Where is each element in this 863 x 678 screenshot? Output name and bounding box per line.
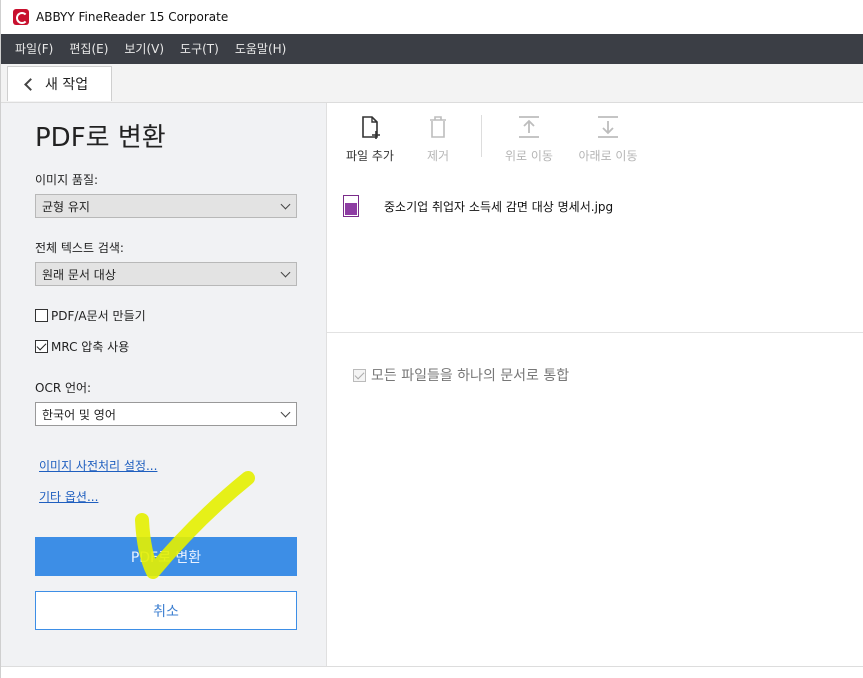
title-bar: ABBYY FineReader 15 Corporate (1, 0, 863, 34)
move-up-icon (519, 116, 539, 138)
mrc-checkbox[interactable] (35, 340, 48, 353)
file-list-divider (327, 332, 863, 333)
move-down-label: 아래로 이동 (578, 149, 638, 163)
image-quality-value: 균형 유지 (42, 199, 90, 214)
menu-tools[interactable]: 도구(T) (172, 34, 227, 64)
ocr-language-select[interactable]: 한국어 및 영어 (35, 402, 297, 426)
remove-label: 제거 (426, 149, 450, 163)
tab-bar: 새 작업 (1, 64, 863, 103)
preprocess-settings-link[interactable]: 이미지 사전처리 설정... (39, 457, 157, 474)
toolbar-separator (481, 115, 482, 157)
menu-view[interactable]: 보기(V) (116, 34, 172, 64)
ocr-language-value: 한국어 및 영어 (42, 407, 116, 422)
other-options-link[interactable]: 기타 옵션... (39, 488, 98, 505)
move-down-icon (598, 116, 618, 138)
remove-button[interactable]: 제거 (403, 113, 473, 164)
app-window: ABBYY FineReader 15 Corporate 파일(F) 편집(E… (0, 0, 863, 678)
convert-options-panel: PDF로 변환 이미지 품질: 균형 유지 전체 텍스트 검색: 원래 문서 대… (1, 103, 327, 666)
fulltext-search-value: 원래 문서 대상 (42, 267, 116, 282)
merge-files-checkbox[interactable] (353, 368, 366, 382)
chevron-down-icon (280, 267, 291, 278)
mrc-checkbox-label: MRC 압축 사용 (51, 340, 130, 354)
file-toolbar: 파일 추가 제거 위로 이동 아래로 이동 (327, 103, 863, 171)
fulltext-search-select[interactable]: 원래 문서 대상 (35, 262, 297, 286)
convert-to-pdf-button[interactable]: PDF로 변환 (35, 537, 297, 576)
move-up-label: 위로 이동 (505, 149, 553, 163)
add-file-icon (362, 116, 380, 139)
new-task-label: 새 작업 (45, 77, 89, 93)
move-down-button[interactable]: 아래로 이동 (573, 113, 643, 164)
add-file-label: 파일 추가 (346, 149, 394, 163)
pdfa-checkbox[interactable] (35, 309, 48, 322)
panel-title: PDF로 변환 (35, 123, 166, 153)
menu-help[interactable]: 도움말(H) (227, 34, 295, 64)
file-name: 중소기업 취업자 소득세 감면 대상 명세서.jpg (384, 199, 614, 214)
pdfa-checkbox-label: PDF/A문서 만들기 (51, 309, 146, 323)
image-quality-label: 이미지 품질: (35, 173, 99, 187)
menu-edit[interactable]: 편집(E) (61, 34, 116, 64)
merge-files-checkbox-row[interactable]: 모든 파일들을 하나의 문서로 통합 (353, 365, 569, 385)
new-task-back-tab[interactable]: 새 작업 (7, 66, 112, 101)
merge-files-label: 모든 파일들을 하나의 문서로 통합 (371, 368, 570, 384)
menu-bar: 파일(F) 편집(E) 보기(V) 도구(T) 도움말(H) (1, 34, 863, 64)
fulltext-search-label: 전체 텍스트 검색: (35, 241, 124, 255)
cancel-button[interactable]: 취소 (35, 591, 297, 630)
chevron-down-icon (280, 199, 291, 210)
file-list-panel: 파일 추가 제거 위로 이동 아래로 이동 중소기업 취업자 소득세 감면 대상… (327, 103, 863, 666)
chevron-left-icon (24, 77, 37, 91)
ocr-language-label: OCR 언어: (35, 381, 92, 395)
add-file-button[interactable]: 파일 추가 (335, 113, 405, 164)
move-up-button[interactable]: 위로 이동 (494, 113, 564, 164)
chevron-down-icon (280, 407, 291, 418)
pdfa-checkbox-row[interactable]: PDF/A문서 만들기 (35, 307, 146, 324)
file-list-item[interactable]: 중소기업 취업자 소득세 감면 대상 명세서.jpg (343, 195, 613, 217)
status-bar (1, 666, 863, 678)
mrc-checkbox-row[interactable]: MRC 압축 사용 (35, 338, 129, 355)
image-quality-select[interactable]: 균형 유지 (35, 194, 297, 218)
trash-icon (430, 116, 446, 138)
menu-file[interactable]: 파일(F) (7, 34, 61, 64)
window-title: ABBYY FineReader 15 Corporate (36, 10, 229, 24)
image-file-icon (343, 195, 359, 217)
app-logo-icon (13, 9, 29, 25)
